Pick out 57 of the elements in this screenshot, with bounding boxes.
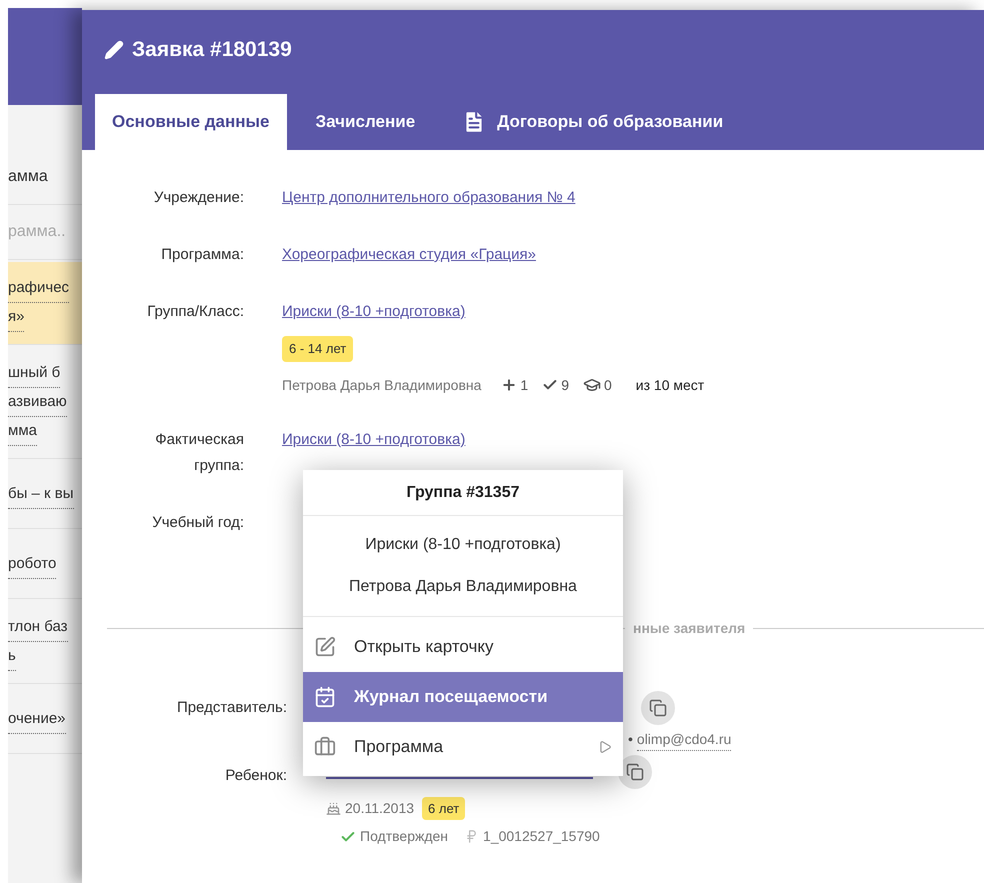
row-text: мма <box>8 417 37 446</box>
menu-item[interactable]: Программа <box>303 722 623 772</box>
field-label: Группа/Класс: <box>146 302 244 322</box>
popup-title: Группа #31357 <box>406 482 520 502</box>
row-text: ь <box>8 642 16 671</box>
column-header: амма <box>8 167 48 187</box>
copy-button[interactable] <box>618 754 652 788</box>
row-text: робото <box>8 550 56 579</box>
cake-icon <box>326 800 341 816</box>
row-text: тлон баз <box>8 613 68 642</box>
tab[interactable]: Договоры об образовании <box>444 94 740 150</box>
field-link[interactable]: Ириски (8-10 +подготовка) <box>282 430 466 450</box>
stat-count: 1 <box>520 376 528 394</box>
field-link[interactable]: Хореографическая студия «Грация» <box>282 245 536 265</box>
field-link[interactable]: Центр дополнительного образования № 4 <box>282 188 576 208</box>
status-text: Подтвержден <box>360 827 448 846</box>
field-label: Представитель: <box>176 698 287 718</box>
stat-count: 9 <box>561 376 569 394</box>
field-label: Программа: <box>160 245 244 265</box>
row-text: рафичес <box>8 274 70 303</box>
field-label: Фактическая группа: <box>154 430 244 476</box>
copy-icon <box>626 762 644 780</box>
popup-info-text: Петрова Дарья Владимировна <box>349 577 577 597</box>
birth-date: 20.11.2013 <box>345 798 414 818</box>
menu-item[interactable]: Журнал посещаемости <box>303 672 623 722</box>
field-link[interactable]: Ириски (8-10 +подготовка) <box>282 302 466 322</box>
tab[interactable]: Основные данные <box>95 94 286 150</box>
popup-info-text: Ириски (8-10 +подготовка) <box>365 535 561 555</box>
copy-button[interactable] <box>641 690 675 724</box>
pencil-icon <box>104 40 124 60</box>
modal-title: Заявка #180139 <box>132 37 292 63</box>
teacher-name: Петрова Дарья Владимировна <box>282 376 482 395</box>
age-badge: 6 - 14 лет <box>282 336 354 362</box>
section-title: нные заявителя <box>632 618 746 638</box>
capacity-text: из 10 мест <box>636 376 704 394</box>
row-text: очение» <box>8 705 66 734</box>
briefcase-icon <box>314 736 336 758</box>
copy-icon <box>649 698 667 716</box>
calendar-check-icon <box>314 686 336 708</box>
row-text: бы – к вы <box>8 480 74 509</box>
field-label: Учебный год: <box>151 512 244 532</box>
graduation-cap-icon <box>583 376 601 394</box>
account-number: 1_0012527_15790 <box>483 827 600 846</box>
row-text: шный б <box>8 359 60 388</box>
field-label: Учреждение: <box>152 188 244 208</box>
edit-icon <box>314 636 336 658</box>
separator-dot: • <box>628 730 633 749</box>
menu-item[interactable]: Открыть карточку <box>303 622 623 672</box>
tab[interactable]: Зачисление <box>298 94 432 150</box>
age-badge: 6 лет <box>422 796 466 820</box>
field-label: Ребенок: <box>225 766 287 786</box>
email-link[interactable]: olimp@cdo4.ru <box>636 728 732 750</box>
row-text: я» <box>8 303 24 332</box>
stat-count: 0 <box>604 376 612 394</box>
table-row[interactable]: рафичес я» <box>8 262 82 345</box>
plus-icon <box>501 377 518 393</box>
row-text: азвиваю <box>8 388 67 417</box>
